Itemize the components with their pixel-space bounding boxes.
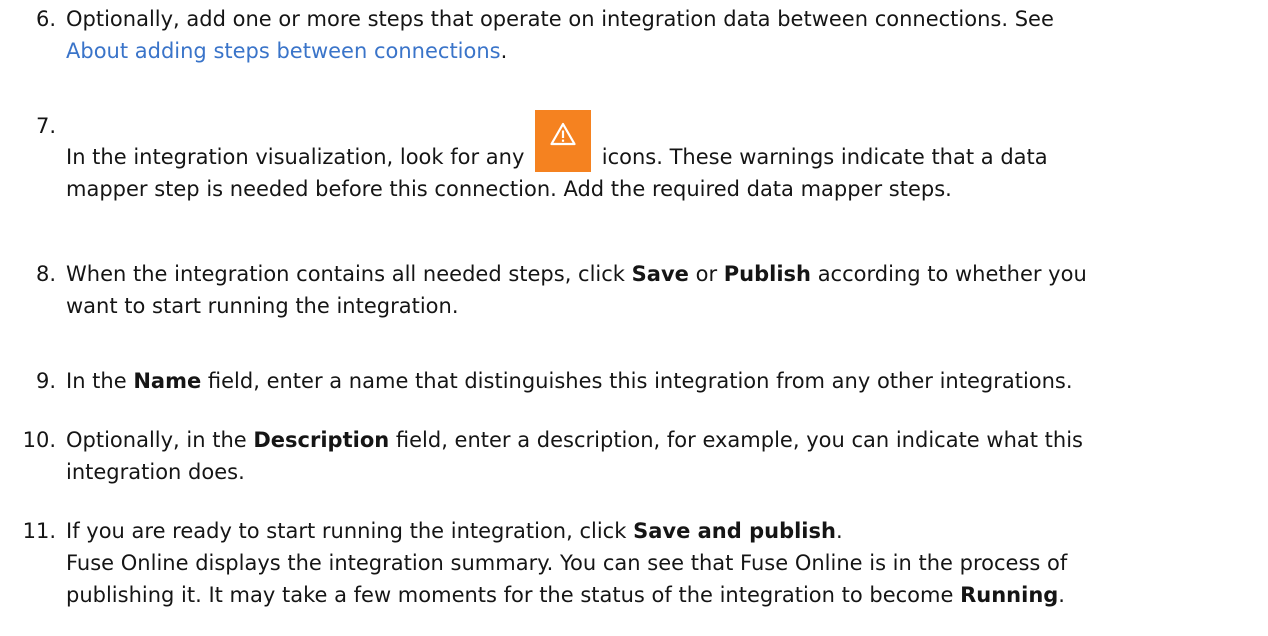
- step-number: 11.: [22, 519, 56, 543]
- running-status-label: Running: [960, 583, 1059, 607]
- step-text: according to whether you: [817, 262, 1087, 286]
- warning-triangle-icon: [535, 110, 592, 172]
- step-body: Optionally, in the Description field, en…: [66, 424, 1261, 488]
- step-body: In the integration visualization, look f…: [66, 110, 1261, 205]
- step-body: In the Name field, enter a name that dis…: [66, 365, 1261, 397]
- step-text: .: [835, 519, 843, 543]
- step-text: .: [500, 39, 508, 63]
- step-text: When the integration contains all needed…: [66, 262, 625, 286]
- step-text: If you are ready to start running the in…: [66, 519, 627, 543]
- about-adding-steps-link[interactable]: About adding steps between connections: [66, 39, 501, 63]
- step-text: or: [695, 262, 718, 286]
- step-body: When the integration contains all needed…: [66, 258, 1261, 322]
- step-text: integration does.: [66, 460, 245, 484]
- name-field-label: Name: [133, 369, 202, 393]
- save-ui-label: Save: [631, 262, 689, 286]
- step-number: 7.: [35, 114, 56, 138]
- step-text: In the integration visualization, look f…: [66, 145, 525, 169]
- step-text: publishing it. It may take a few moments…: [66, 583, 954, 607]
- step-body: If you are ready to start running the in…: [66, 515, 1261, 611]
- step-text: field, enter a name that distinguishes t…: [207, 369, 1073, 393]
- step-number: 9.: [35, 369, 56, 393]
- step-text: want to start running the integration.: [66, 294, 459, 318]
- step-text: Optionally, add one or more steps that o…: [66, 7, 1054, 31]
- save-and-publish-ui-label: Save and publish: [633, 519, 836, 543]
- step-text: .: [1058, 583, 1065, 607]
- step-number: 6.: [35, 7, 56, 31]
- step-text: Fuse Online displays the integration sum…: [66, 551, 1068, 575]
- step-body: Optionally, add one or more steps that o…: [66, 3, 1261, 67]
- step-text: In the: [66, 369, 127, 393]
- step-number: 8.: [35, 262, 56, 286]
- step-text: icons. These warnings indicate that a da…: [601, 145, 1048, 169]
- step-text: Optionally, in the: [66, 428, 247, 452]
- step-number: 10.: [22, 428, 56, 452]
- description-field-label: Description: [253, 428, 390, 452]
- publish-ui-label: Publish: [723, 262, 811, 286]
- step-text: mapper step is needed before this connec…: [66, 177, 952, 201]
- step-text: field, enter a description, for example,…: [395, 428, 1083, 452]
